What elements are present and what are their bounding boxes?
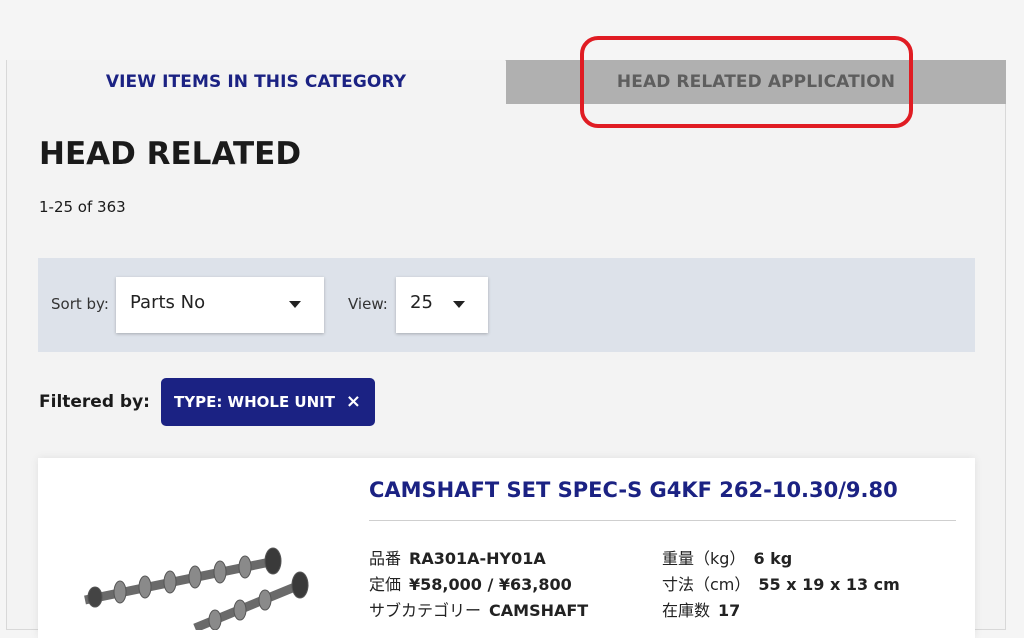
spec-value: 6 kg [753, 549, 793, 568]
highlight-annotation [580, 36, 913, 128]
spec-dimensions: 寸法（cm） 55 x 19 x 13 cm [662, 571, 900, 595]
spec-price: 定価 ¥58,000 / ¥63,800 [369, 571, 572, 595]
spec-value: CAMSHAFT [489, 601, 589, 620]
chevron-down-icon [289, 301, 301, 308]
spec-value: 55 x 19 x 13 cm [758, 575, 900, 594]
spec-value: 17 [718, 601, 741, 620]
filter-chip-text: TYPE: WHOLE UNIT [174, 393, 335, 411]
camshaft-image[interactable] [75, 540, 315, 630]
tab-view-items[interactable]: VIEW ITEMS IN THIS CATEGORY [7, 60, 505, 104]
view-label: View: [348, 295, 388, 313]
filtered-by-label: Filtered by: [39, 392, 150, 412]
sort-label: Sort by: [51, 295, 109, 313]
chevron-down-icon [453, 301, 465, 308]
spec-label: サブカテゴリー [369, 601, 482, 620]
spec-part-no: 品番 RA301A-HY01A [369, 545, 546, 569]
spec-value: RA301A-HY01A [409, 549, 546, 568]
spec-label: 在庫数 [662, 601, 711, 620]
spec-label: 重量（kg） [662, 549, 746, 568]
spec-label: 寸法（cm） [662, 575, 751, 594]
sort-value: Parts No [130, 292, 206, 313]
spec-label: 品番 [369, 549, 402, 568]
result-count: 1-25 of 363 [39, 198, 126, 216]
spec-value: ¥58,000 / ¥63,800 [409, 575, 572, 594]
spec-weight: 重量（kg） 6 kg [662, 545, 792, 569]
sort-select[interactable]: Parts No [116, 277, 324, 333]
view-select[interactable]: 25 [396, 277, 488, 333]
view-value: 25 [410, 292, 433, 313]
page-title: HEAD RELATED [39, 136, 302, 172]
filter-chip-type-whole-unit[interactable]: TYPE: WHOLE UNIT × [161, 378, 375, 426]
product-title-link[interactable]: CAMSHAFT SET SPEC-S G4KF 262-10.30/9.80 [369, 478, 898, 502]
divider [369, 520, 956, 521]
close-icon[interactable]: × [346, 378, 361, 426]
spec-subcategory: サブカテゴリー CAMSHAFT [369, 597, 588, 621]
spec-stock: 在庫数 17 [662, 597, 740, 621]
spec-label: 定価 [369, 575, 402, 594]
